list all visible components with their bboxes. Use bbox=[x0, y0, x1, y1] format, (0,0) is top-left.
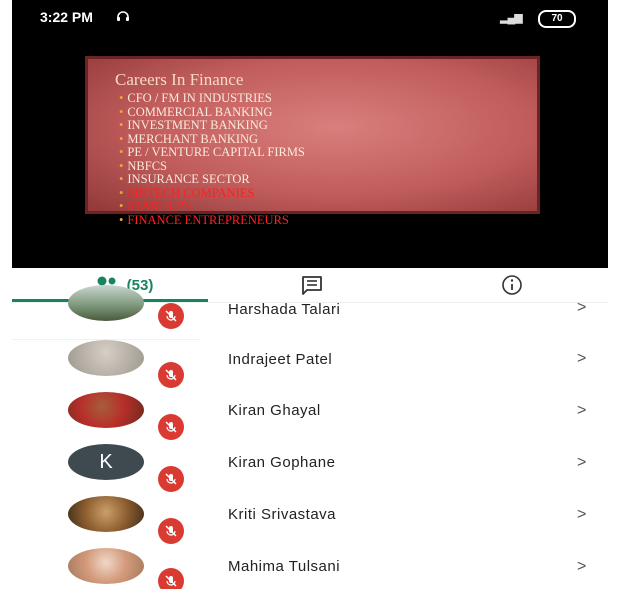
muted-mic-icon bbox=[158, 518, 184, 544]
slide-item: • FINANCE ENTREPRENEURS bbox=[119, 212, 289, 227]
participant-name: Mahima Tulsani bbox=[228, 558, 341, 575]
chevron-right-icon: > bbox=[577, 454, 587, 471]
presentation-slide: Careers In Finance • CFO / FM IN INDUSTRI… bbox=[85, 56, 540, 226]
chevron-right-icon: > bbox=[577, 402, 587, 419]
muted-mic-icon bbox=[158, 466, 184, 492]
signal-icon: ▂▄▆ bbox=[500, 12, 523, 24]
slide-item: • START-UPS bbox=[119, 199, 192, 213]
muted-mic-icon bbox=[158, 414, 184, 440]
muted-mic-icon bbox=[158, 303, 184, 329]
participant-row[interactable]: Indrajeet Patel > bbox=[12, 339, 608, 392]
chevron-right-icon: > bbox=[577, 299, 587, 316]
slide-item: • PE / VENTURE CAPITAL FIRMS bbox=[119, 145, 305, 159]
avatar-initial: K bbox=[99, 450, 113, 473]
participant-name: Kriti Srivastava bbox=[228, 506, 337, 523]
avatar: K bbox=[68, 444, 144, 480]
participant-name: Kiran Gophane bbox=[228, 454, 336, 471]
slide-item: • NBFCS bbox=[119, 158, 167, 173]
avatar bbox=[68, 285, 144, 321]
participant-row[interactable]: Harshada Talari > bbox=[12, 285, 608, 337]
headset-icon bbox=[117, 11, 129, 21]
avatar bbox=[68, 496, 144, 532]
participant-row[interactable]: Kiran Ghayal > bbox=[12, 392, 608, 444]
meeting-screen: 3:22 PM ▂▄▆ 70 Careers In Finance • CFO /… bbox=[12, 0, 608, 589]
participant-row[interactable]: Mahima Tulsani > bbox=[12, 548, 608, 589]
slide-title: Careers In Finance bbox=[115, 70, 244, 89]
slide-item: • MERCHANT BANKING bbox=[119, 131, 259, 146]
slide-item: • INSURANCE SECTOR bbox=[119, 172, 250, 186]
slide-item: • CFO / FM IN INDUSTRIES bbox=[119, 91, 272, 105]
avatar bbox=[68, 548, 144, 584]
participant-row[interactable]: K Kiran Gophane > bbox=[12, 444, 608, 496]
participant-name: Indrajeet Patel bbox=[228, 351, 333, 368]
battery-icon: 70 bbox=[538, 10, 576, 28]
chevron-right-icon: > bbox=[577, 558, 587, 575]
shared-screen-video[interactable]: 3:22 PM ▂▄▆ 70 Careers In Finance • CFO /… bbox=[12, 0, 608, 268]
muted-mic-icon bbox=[158, 568, 184, 589]
avatar bbox=[68, 392, 144, 428]
slide-item: • FINTECH COMPANIES bbox=[119, 185, 255, 200]
slide-bullet-list: • CFO / FM IN INDUSTRIES • COMMERCIAL BANK… bbox=[119, 91, 305, 227]
participant-name: Harshada Talari bbox=[228, 301, 341, 318]
avatar bbox=[68, 340, 144, 376]
slide-item: • INVESTMENT BANKING bbox=[119, 118, 268, 132]
participant-row[interactable]: Kriti Srivastava > bbox=[12, 496, 608, 548]
muted-mic-icon bbox=[158, 362, 184, 388]
chevron-right-icon: > bbox=[577, 506, 587, 523]
status-time: 3:22 PM bbox=[40, 9, 93, 25]
chevron-right-icon: > bbox=[577, 350, 587, 367]
participant-list[interactable]: Harshada Talari > Indrajeet Patel > Kira… bbox=[12, 285, 608, 589]
slide-item: • COMMERCIAL BANKING bbox=[119, 104, 273, 119]
participant-name: Kiran Ghayal bbox=[228, 402, 321, 419]
